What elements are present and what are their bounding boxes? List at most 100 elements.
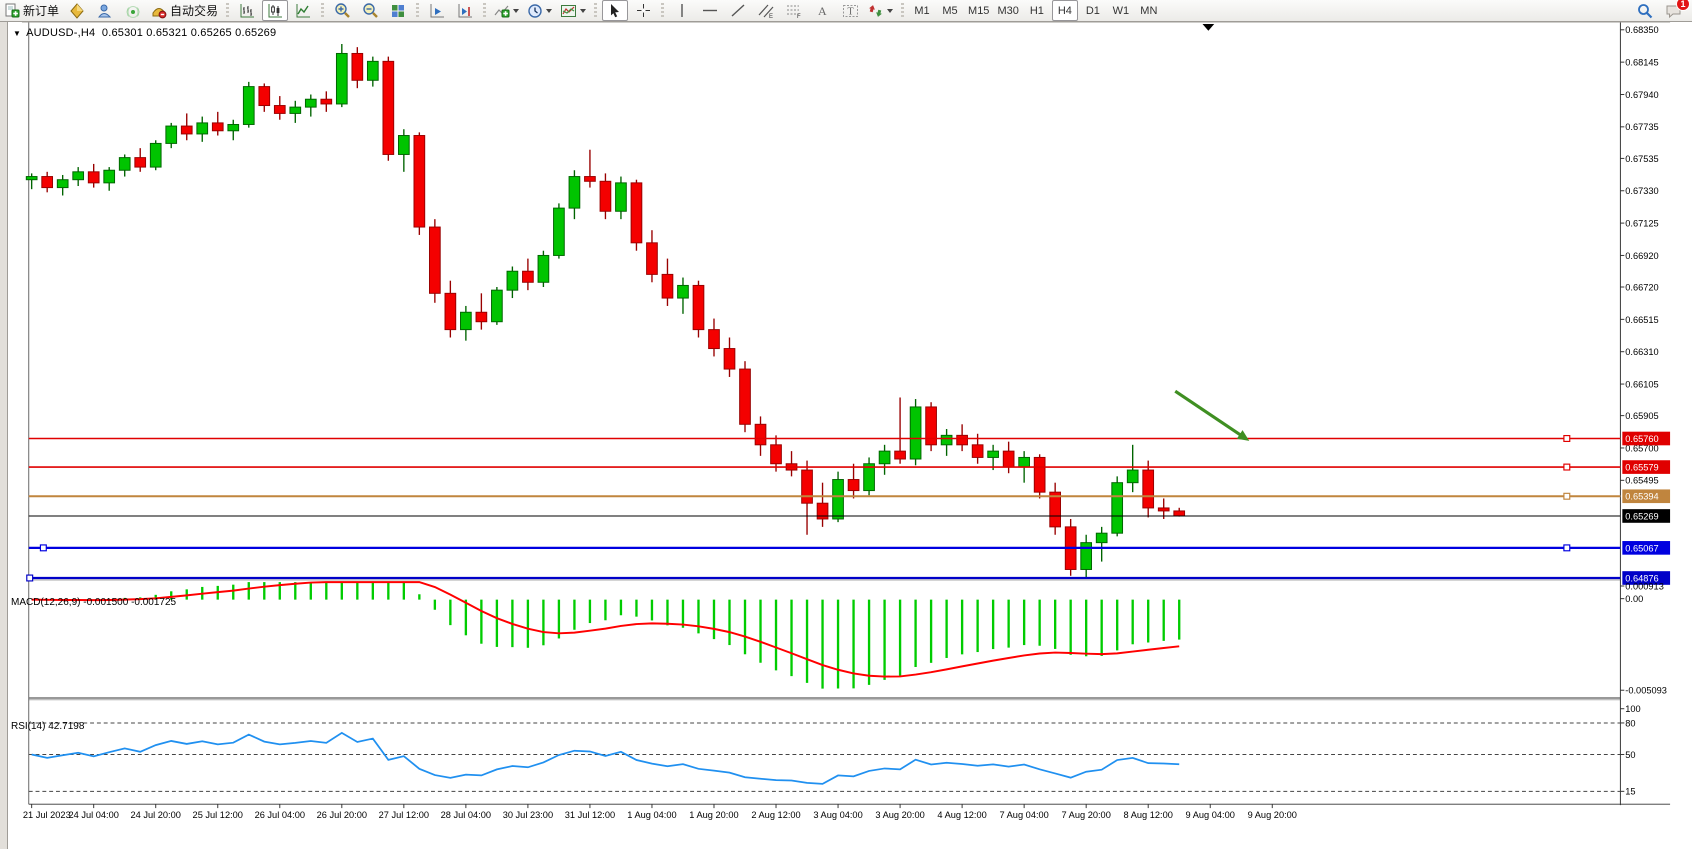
periods-dropdown-caret[interactable] xyxy=(546,9,552,13)
svg-text:100: 100 xyxy=(1625,704,1640,714)
line-chart-button[interactable] xyxy=(290,0,316,21)
auto-scroll-button[interactable] xyxy=(424,0,450,21)
trendline-tool-button[interactable] xyxy=(725,0,751,21)
svg-text:0.65495: 0.65495 xyxy=(1625,476,1658,486)
fibonacci-tool-button[interactable]: F xyxy=(781,0,807,21)
profiles-button[interactable] xyxy=(92,0,118,21)
timeframe-m1-button[interactable]: M1 xyxy=(909,0,935,21)
text-label-tool-button[interactable]: T xyxy=(837,0,863,21)
svg-text:7 Aug 20:00: 7 Aug 20:00 xyxy=(1061,810,1110,820)
toolbar-grip xyxy=(414,3,421,19)
vertical-line-icon xyxy=(675,3,689,18)
arrows-tool-button[interactable] xyxy=(865,0,896,21)
tile-windows-button[interactable] xyxy=(385,0,411,21)
timeframe-m5-button[interactable]: M5 xyxy=(937,0,963,21)
candlestick-chart-icon xyxy=(267,3,283,19)
svg-text:0.67330: 0.67330 xyxy=(1625,186,1658,196)
svg-text:0.00: 0.00 xyxy=(1625,594,1643,604)
styler-icon xyxy=(69,3,85,19)
toolbar-grip xyxy=(592,3,599,19)
svg-text:1 Aug 04:00: 1 Aug 04:00 xyxy=(627,810,676,820)
search-button[interactable] xyxy=(1632,0,1658,21)
svg-text:3 Aug 20:00: 3 Aug 20:00 xyxy=(875,810,924,820)
svg-text:0.66310: 0.66310 xyxy=(1625,347,1658,357)
svg-text:7 Aug 04:00: 7 Aug 04:00 xyxy=(999,810,1048,820)
new-order-icon xyxy=(4,3,20,19)
timeframe-h4-button[interactable]: H4 xyxy=(1052,0,1078,21)
crosshair-tool-button[interactable] xyxy=(630,0,656,21)
equidistant-channel-icon: E xyxy=(757,3,775,19)
toolbar-grip xyxy=(224,3,231,19)
equidistant-channel-tool-button[interactable]: E xyxy=(753,0,779,21)
autotrading-button[interactable]: 自动交易 xyxy=(148,0,221,21)
svg-text:24 Jul 04:00: 24 Jul 04:00 xyxy=(68,810,118,820)
hline-handle[interactable] xyxy=(40,545,46,551)
chart-title-bar: ▼AUDUSD-,H4 0.65301 0.65321 0.65265 0.65… xyxy=(13,27,276,39)
timeframe-mn-button[interactable]: MN xyxy=(1136,0,1162,21)
svg-text:A: A xyxy=(818,4,827,18)
timeframe-h1-button[interactable]: H1 xyxy=(1024,0,1050,21)
hline-handle[interactable] xyxy=(1564,493,1570,499)
crosshair-icon xyxy=(636,3,651,18)
svg-text:0.65269: 0.65269 xyxy=(1625,511,1658,521)
svg-text:80: 80 xyxy=(1625,718,1635,728)
templates-button[interactable] xyxy=(557,0,589,21)
bar-chart-icon xyxy=(239,3,255,19)
templates-icon xyxy=(560,3,577,19)
notifications-button[interactable]: 1 xyxy=(1660,0,1686,21)
toolbar-grip xyxy=(481,3,488,19)
arrows-dropdown-caret[interactable] xyxy=(887,9,893,13)
profiles-icon xyxy=(97,3,114,19)
indicators-dropdown-caret[interactable] xyxy=(513,9,519,13)
zoom-out-icon xyxy=(362,2,379,19)
svg-text:0.65067: 0.65067 xyxy=(1625,543,1658,553)
timeframe-m15-button[interactable]: M15 xyxy=(965,0,992,21)
arrows-icon xyxy=(868,3,884,19)
styler-button[interactable] xyxy=(64,0,90,21)
hline-handle[interactable] xyxy=(27,575,33,581)
svg-text:50: 50 xyxy=(1625,750,1635,760)
hline-handle[interactable] xyxy=(1564,464,1570,470)
periods-button[interactable] xyxy=(524,0,555,21)
search-icon xyxy=(1637,3,1653,19)
timeframe-m30-button[interactable]: M30 xyxy=(994,0,1021,21)
new-order-label: 新订单 xyxy=(23,2,59,19)
vertical-line-tool-button[interactable] xyxy=(669,0,695,21)
collapse-triangle-icon[interactable]: ▼ xyxy=(13,29,21,38)
fibonacci-icon: F xyxy=(785,3,803,19)
svg-text:0.67535: 0.67535 xyxy=(1625,154,1658,164)
horizontal-line-tool-button[interactable] xyxy=(697,0,723,21)
candlestick-chart-button[interactable] xyxy=(262,0,288,21)
new-order-button[interactable]: 新订单 xyxy=(1,0,62,21)
zoom-in-button[interactable] xyxy=(329,0,355,21)
hline-handle[interactable] xyxy=(1564,436,1570,442)
svg-text:0.65760: 0.65760 xyxy=(1625,434,1658,444)
svg-text:T: T xyxy=(847,6,853,17)
timeframe-d1-button[interactable]: D1 xyxy=(1080,0,1106,21)
svg-text:0.65579: 0.65579 xyxy=(1625,462,1658,472)
signals-button[interactable] xyxy=(120,0,146,21)
text-tool-button[interactable]: A xyxy=(809,0,835,21)
text-label-icon: T xyxy=(842,3,859,19)
timeframe-w1-button[interactable]: W1 xyxy=(1108,0,1134,21)
svg-text:28 Jul 04:00: 28 Jul 04:00 xyxy=(441,810,491,820)
svg-text:30 Jul 23:00: 30 Jul 23:00 xyxy=(503,810,553,820)
price-axis[interactable]: 0.683500.681450.679400.677350.675350.673… xyxy=(1620,25,1658,486)
hline-handle[interactable] xyxy=(1564,545,1570,551)
svg-text:26 Jul 04:00: 26 Jul 04:00 xyxy=(255,810,305,820)
autotrading-icon xyxy=(151,3,167,19)
svg-text:3 Aug 04:00: 3 Aug 04:00 xyxy=(813,810,862,820)
svg-text:0.65905: 0.65905 xyxy=(1625,411,1658,421)
zoom-out-button[interactable] xyxy=(357,0,383,21)
chart-canvas[interactable]: 0.683500.681450.679400.677350.675350.673… xyxy=(0,22,1692,849)
cursor-tool-button[interactable] xyxy=(602,0,628,21)
chart-shift-button[interactable] xyxy=(452,0,478,21)
toolbar-grip xyxy=(899,3,906,19)
svg-text:0.68350: 0.68350 xyxy=(1625,25,1658,35)
svg-text:0.67125: 0.67125 xyxy=(1625,219,1658,229)
indicators-button[interactable] xyxy=(491,0,522,21)
svg-text:0.66105: 0.66105 xyxy=(1625,379,1658,389)
rsi-indicator-label: RSI(14) 42.7198 xyxy=(11,721,84,732)
templates-dropdown-caret[interactable] xyxy=(580,9,586,13)
bar-chart-button[interactable] xyxy=(234,0,260,21)
